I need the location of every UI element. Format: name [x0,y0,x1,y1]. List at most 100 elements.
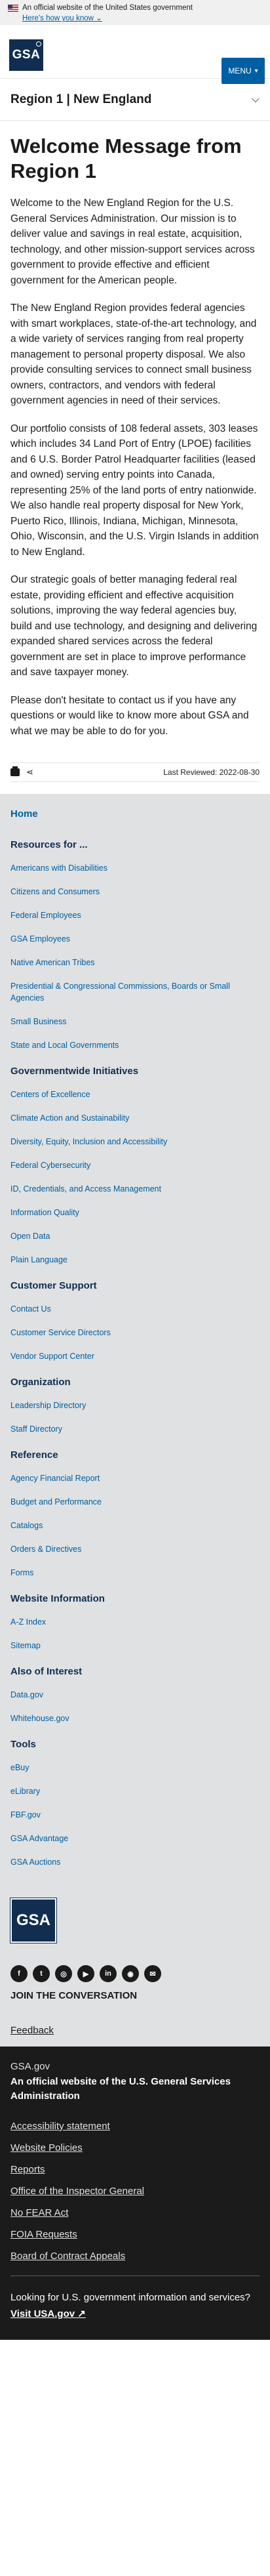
footer-link[interactable]: Federal Employees [10,909,260,921]
identifier-link[interactable]: Reports [10,2163,260,2177]
footer-link[interactable]: ID, Credentials, and Access Management [10,1183,260,1195]
footer-link[interactable]: Sitemap [10,1640,260,1652]
footer-link[interactable]: Open Data [10,1230,260,1242]
us-flag-icon [8,4,18,12]
twitter-icon[interactable]: t [33,1965,50,1982]
region-title: Region 1 | New England [10,92,152,106]
footer-link[interactable]: eBuy [10,1762,260,1774]
footer-link[interactable]: Whitehouse.gov [10,1713,260,1724]
facebook-icon[interactable]: f [10,1965,28,1982]
footer-section-heading: Also of Interest [10,1666,83,1677]
official-site-text: An official website of the United States… [22,4,193,12]
usa-gov-question: Looking for U.S. government information … [10,2292,251,2303]
footer-section: Website Information A-Z Index Sitemap [10,1593,260,1652]
identifier-link[interactable]: Board of Contract Appeals [10,2249,260,2264]
footer-section: Also of Interest Data.gov Whitehouse.gov [10,1666,260,1724]
footer-link[interactable]: Diversity, Equity, Inclusion and Accessi… [10,1136,260,1148]
identifier-link[interactable]: FOIA Requests [10,2228,260,2242]
youtube-icon[interactable]: ▶ [77,1965,94,1982]
footer-home-link[interactable]: Home [10,808,260,820]
footer-link[interactable]: Native American Tribes [10,957,260,968]
identifier-link[interactable]: Accessibility statement [10,2119,260,2134]
body-paragraph: Our portfolio consists of 108 federal as… [10,423,259,558]
identifier-link[interactable]: Office of the Inspector General [10,2184,260,2199]
footer-section-heading: Organization [10,1377,71,1388]
footer-section: Resources for ... Americans with Disabil… [10,839,260,1051]
footer-section-heading: Website Information [10,1593,105,1604]
footer-link[interactable]: Contact Us [10,1303,260,1315]
footer-link[interactable]: A-Z Index [10,1616,260,1628]
identifier: GSA.gov An official website of the U.S. … [0,2046,270,2340]
footer-link[interactable]: Presidential & Congressional Commissions… [10,980,260,1004]
footer-link[interactable]: Catalogs [10,1520,260,1531]
footer-section: Organization Leadership Directory Staff … [10,1377,260,1435]
footer-link[interactable]: Budget and Performance [10,1496,260,1508]
instagram-icon[interactable]: ◎ [55,1965,72,1982]
email-icon[interactable]: ✉ [144,1965,161,1982]
footer-link[interactable]: Small Business [10,1016,260,1028]
join-conversation: JOIN THE CONVERSATION [10,1990,138,2001]
footer-link[interactable]: Orders & Directives [10,1543,260,1555]
body-paragraph: Our strategic goals of better managing f… [10,574,258,678]
footer-link[interactable]: Citizens and Consumers [10,886,260,898]
page-tools: ⋖ Last Reviewed: 2022-08-30 [10,762,260,782]
footer-link[interactable]: Staff Directory [10,1423,260,1435]
footer-link[interactable]: GSA Advantage [10,1833,260,1844]
footer-section: Reference Agency Financial Report Budget… [10,1449,260,1579]
footer-link[interactable]: Centers of Excellence [10,1089,260,1100]
body-paragraph: Please don't hesitate to contact us if y… [10,694,249,737]
footer-link[interactable]: Vendor Support Center [10,1350,260,1362]
footer-section-heading: Tools [10,1739,36,1750]
print-icon[interactable] [10,766,20,776]
footer-link[interactable]: GSA Auctions [10,1856,260,1868]
footer-section-heading: Resources for ... [10,839,88,850]
footer-section-heading: Reference [10,1449,58,1461]
footer-link[interactable]: Climate Action and Sustainability [10,1112,260,1124]
footer-link[interactable]: GSA Employees [10,933,260,945]
page-title: Welcome Message from Region 1 [10,135,242,182]
main-content: Welcome Message from Region 1 Welcome to… [0,134,270,782]
footer-section: Tools eBuy eLibrary FBF.gov GSA Advantag… [10,1739,260,1868]
footer-link[interactable]: Federal Cybersecurity [10,1159,260,1171]
linkedin-icon[interactable]: in [100,1965,117,1982]
footer-gsa-logo[interactable]: GSA [10,1898,57,1943]
feedback-link[interactable]: Feedback [10,2025,260,2036]
chevron-down-icon: ⌄ [96,14,102,22]
identifier-link[interactable]: Website Policies [10,2141,260,2155]
identifier-domain: GSA.gov [10,2061,50,2072]
footer-identity: GSA f t ◎ ▶ in ◉ ✉ JOIN THE CONVERSATION… [0,1889,270,2046]
footer-link[interactable]: Americans with Disabilities [10,862,260,874]
footer-link[interactable]: State and Local Governments [10,1039,260,1051]
podcast-icon[interactable]: ◉ [122,1965,139,1982]
identifier-link[interactable]: No FEAR Act [10,2206,260,2220]
divider [10,2275,260,2276]
footer-link[interactable]: Data.gov [10,1689,260,1701]
chevron-down-icon: ▾ [254,67,258,75]
gsa-logo[interactable]: GSA [9,39,43,71]
footer-section-heading: Governmentwide Initiatives [10,1066,139,1077]
footer-link[interactable]: Forms [10,1567,260,1579]
heres-how-you-know-link[interactable]: Here's how you know ⌄ [22,13,262,22]
footer-link[interactable]: FBF.gov [10,1809,260,1821]
visit-usa-gov-link[interactable]: Visit USA.gov ↗ [10,2308,86,2319]
region-nav-toggle[interactable]: Region 1 | New England ⌵ [0,79,270,121]
footer-link[interactable]: Customer Service Directors [10,1327,260,1339]
footer-link[interactable]: Agency Financial Report [10,1472,260,1484]
site-header: GSA MENU ▾ [0,25,270,84]
footer-nav: Home Resources for ... Americans with Di… [0,794,270,1889]
footer-link[interactable]: eLibrary [10,1785,260,1797]
last-reviewed: Last Reviewed: 2022-08-30 [163,768,260,777]
footer-link[interactable]: Information Quality [10,1207,260,1218]
footer-link[interactable]: Plain Language [10,1254,260,1266]
body-paragraph: The New England Region provides federal … [10,302,257,406]
menu-label: MENU [228,66,252,75]
social-links: f t ◎ ▶ in ◉ ✉ [10,1965,260,1982]
menu-button[interactable]: MENU ▾ [222,58,265,84]
footer-section: Customer Support Contact Us Customer Ser… [10,1280,260,1362]
gov-banner: An official website of the United States… [0,0,270,25]
identifier-official: An official website of the U.S. General … [10,2076,231,2102]
chevron-down-icon: ⌵ [251,93,260,105]
footer-link[interactable]: Leadership Directory [10,1400,260,1411]
footer-section-heading: Customer Support [10,1280,97,1291]
share-icon[interactable]: ⋖ [26,767,33,778]
